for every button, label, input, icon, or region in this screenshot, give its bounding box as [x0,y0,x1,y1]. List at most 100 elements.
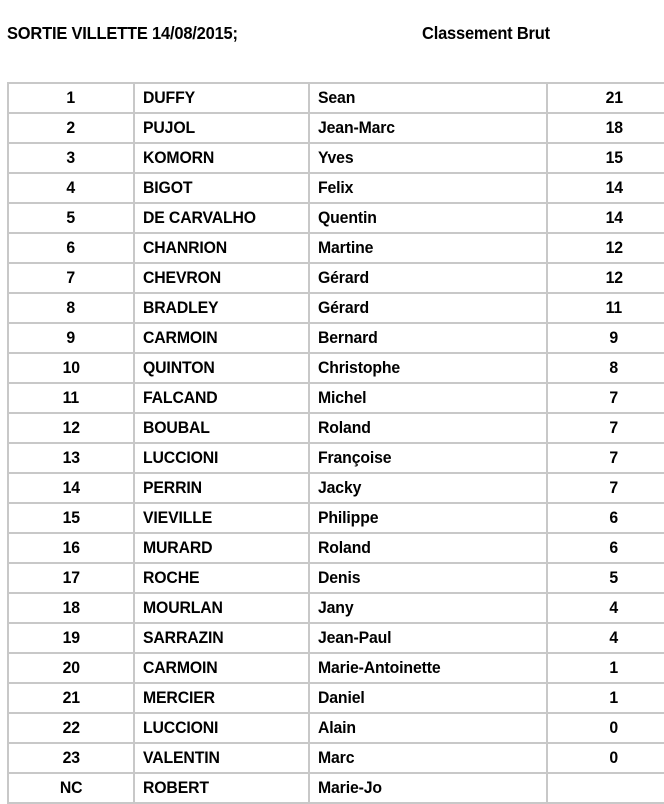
first-name-cell: Jean-Marc [308,112,548,144]
last-name-cell-text: BRADLEY [143,298,219,317]
last-name-cell: SARRAZIN [133,622,310,654]
rank-cell: 22 [7,712,135,744]
rank-cell-text: 17 [62,568,80,587]
first-name-cell-text: Gérard [318,298,370,317]
score-cell-text: 8 [609,358,619,377]
rank-cell: 1 [7,82,135,114]
first-name-cell: Sean [308,82,548,114]
last-name-cell: LUCCIONI [133,712,310,744]
last-name-cell: MOURLAN [133,592,310,624]
rank-cell: 2 [7,112,135,144]
rank-cell: 11 [7,382,135,414]
rank-cell-text: 20 [62,658,80,677]
rank-cell: 3 [7,142,135,174]
last-name-cell: FALCAND [133,382,310,414]
score-cell: 21 [546,82,664,114]
first-name-cell-text: Alain [318,718,356,737]
first-name-cell-text: Roland [318,538,371,557]
first-name-cell: Martine [308,232,548,264]
rank-cell-text: NC [59,778,83,797]
table-row: 18 MOURLAN Jany 4 [7,592,664,624]
last-name-cell: PUJOL [133,112,310,144]
first-name-cell-text: Roland [318,418,371,437]
last-name-cell: LUCCIONI [133,442,310,474]
last-name-cell: ROCHE [133,562,310,594]
last-name-cell-text: BOUBAL [143,418,210,437]
score-cell-text: 1 [609,688,619,707]
last-name-cell-text: LUCCIONI [143,718,219,737]
score-cell: 4 [546,592,664,624]
first-name-cell: Quentin [308,202,548,234]
results-table: 1 DUFFY Sean 21 2 PUJOL Jean-Marc 18 3 KOMORN Yves… [7,82,664,804]
score-cell-text: 21 [605,88,623,107]
last-name-cell-text: DE CARVALHO [143,208,256,227]
rank-cell-text: 9 [66,328,76,347]
table-row: 23 VALENTIN Marc 0 [7,742,664,774]
score-cell: 0 [546,742,664,774]
rank-cell: 10 [7,352,135,384]
rank-cell-text: 7 [66,268,76,287]
rank-cell-text: 19 [62,628,80,647]
last-name-cell-text: QUINTON [143,358,215,377]
first-name-cell: Christophe [308,352,548,384]
rank-cell: 12 [7,412,135,444]
rank-cell-text: 22 [62,718,80,737]
last-name-cell: CARMOIN [133,322,310,354]
last-name-cell-text: CARMOIN [143,658,218,677]
table-row: 10 QUINTON Christophe 8 [7,352,664,384]
table-row: 15 VIEVILLE Philippe 6 [7,502,664,534]
last-name-cell-text: MURARD [143,538,213,557]
score-cell-text: 0 [609,748,619,767]
last-name-cell-text: KOMORN [143,148,215,167]
first-name-cell: Daniel [308,682,548,714]
first-name-cell-text: Sean [318,88,356,107]
first-name-cell-text: Bernard [318,328,378,347]
score-cell-text: 18 [605,118,623,137]
score-cell-text: 7 [609,448,619,467]
table-row: 17 ROCHE Denis 5 [7,562,664,594]
table-row: 20 CARMOIN Marie-Antoinette 1 [7,652,664,684]
score-cell: 9 [546,322,664,354]
score-cell-text: 12 [605,238,623,257]
first-name-cell-text: Marc [318,748,355,767]
score-cell-text: 5 [609,568,619,587]
score-cell: 0 [546,712,664,744]
table-row: 5 DE CARVALHO Quentin 14 [7,202,664,234]
rank-cell: 6 [7,232,135,264]
score-cell: 11 [546,292,664,324]
results-table-body: 1 DUFFY Sean 21 2 PUJOL Jean-Marc 18 3 KOMORN Yves… [7,82,664,804]
rank-cell: 5 [7,202,135,234]
first-name-cell: Gérard [308,262,548,294]
last-name-cell-text: PERRIN [143,478,202,497]
score-cell: 7 [546,382,664,414]
score-cell: 5 [546,562,664,594]
last-name-cell-text: FALCAND [143,388,218,407]
first-name-cell: Jacky [308,472,548,504]
score-cell: 14 [546,172,664,204]
rank-cell-text: 6 [66,238,76,257]
last-name-cell: VIEVILLE [133,502,310,534]
score-cell: 12 [546,232,664,264]
last-name-cell-text: ROCHE [143,568,200,587]
rank-cell-text: 15 [62,508,80,527]
rank-cell-text: 21 [62,688,80,707]
last-name-cell-text: VALENTIN [143,748,220,767]
score-cell-text: 14 [605,178,623,197]
last-name-cell: CHANRION [133,232,310,264]
table-row: 1 DUFFY Sean 21 [7,82,664,114]
last-name-cell-text: DUFFY [143,88,196,107]
first-name-cell: Marie-Antoinette [308,652,548,684]
last-name-cell-text: LUCCIONI [143,448,219,467]
first-name-cell-text: Philippe [318,508,379,527]
first-name-cell-text: Quentin [318,208,377,227]
score-cell: 6 [546,532,664,564]
first-name-cell: Bernard [308,322,548,354]
first-name-cell: Yves [308,142,548,174]
rank-cell: 13 [7,442,135,474]
first-name-cell-text: Michel [318,388,367,407]
last-name-cell-text: ROBERT [143,778,209,797]
rank-cell-text: 18 [62,598,80,617]
table-row: 9 CARMOIN Bernard 9 [7,322,664,354]
last-name-cell: MERCIER [133,682,310,714]
table-row: 22 LUCCIONI Alain 0 [7,712,664,744]
